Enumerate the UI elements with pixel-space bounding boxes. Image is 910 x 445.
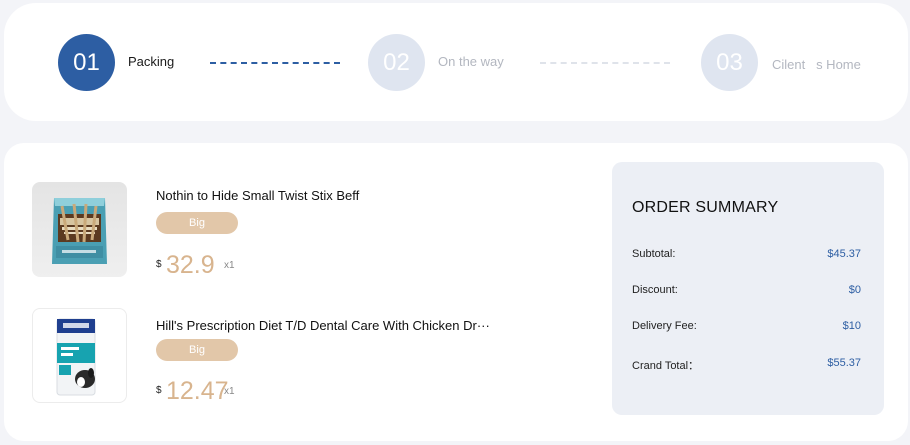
step-1-circle: 01: [58, 34, 115, 91]
step-1-number: 01: [73, 48, 100, 76]
summary-value: $55.37: [827, 357, 861, 369]
step-3-circle: 03: [701, 34, 758, 91]
step-2-number: 02: [383, 48, 410, 76]
dog-food-bag-icon: [56, 318, 96, 396]
summary-value: $10: [842, 320, 861, 332]
product-price: 12.47: [166, 377, 229, 405]
size-tag: Big: [156, 339, 238, 361]
summary-label: Subtotal:: [632, 248, 676, 260]
step-connector-1: [210, 62, 340, 64]
step-3-label: Cilent s Home: [772, 57, 861, 72]
order-progress-card: 01 Packing 02 On the way 03 Cilent s Hom…: [4, 3, 908, 121]
step-1-label: Packing: [128, 54, 175, 69]
summary-row-discount: Discount: $0: [632, 284, 861, 296]
step-3-number: 03: [716, 48, 743, 76]
summary-row-delivery-fee: Delivery Fee: $10: [632, 320, 861, 332]
order-details-card: Nothin to Hide Small Twist Stix Beff Big…: [4, 143, 908, 441]
step-2-label: On the way: [438, 54, 504, 69]
product-name[interactable]: Nothin to Hide Small Twist Stix Beff: [156, 188, 359, 203]
summary-value: $45.37: [827, 248, 861, 260]
summary-value: $0: [848, 284, 861, 296]
summary-row-subtotal: Subtotal: $45.37: [632, 248, 861, 260]
step-2-circle: 02: [368, 34, 425, 91]
treat-bag-icon: [52, 198, 107, 264]
step-connector-2: [540, 62, 670, 64]
product-quantity: x1: [224, 386, 235, 397]
product-image-hills-td[interactable]: [32, 308, 127, 403]
order-summary-title: ORDER SUMMARY: [632, 199, 779, 216]
currency-symbol: $: [156, 385, 162, 396]
product-price: 32.9: [166, 251, 215, 279]
summary-label: Discount:: [632, 284, 678, 296]
summary-label: Crand Total：: [632, 360, 700, 372]
product-image-beef-stix[interactable]: [32, 182, 127, 277]
product-name[interactable]: Hill's Prescription Diet T/D Dental Care…: [156, 318, 490, 333]
size-tag: Big: [156, 212, 238, 234]
product-quantity: x1: [224, 260, 235, 271]
order-summary-panel: ORDER SUMMARY Subtotal: $45.37 Discount:…: [612, 162, 884, 415]
currency-symbol: $: [156, 259, 162, 270]
summary-label: Delivery Fee:: [632, 320, 697, 332]
summary-row-grand-total: Crand Total： $55.37: [632, 357, 861, 373]
